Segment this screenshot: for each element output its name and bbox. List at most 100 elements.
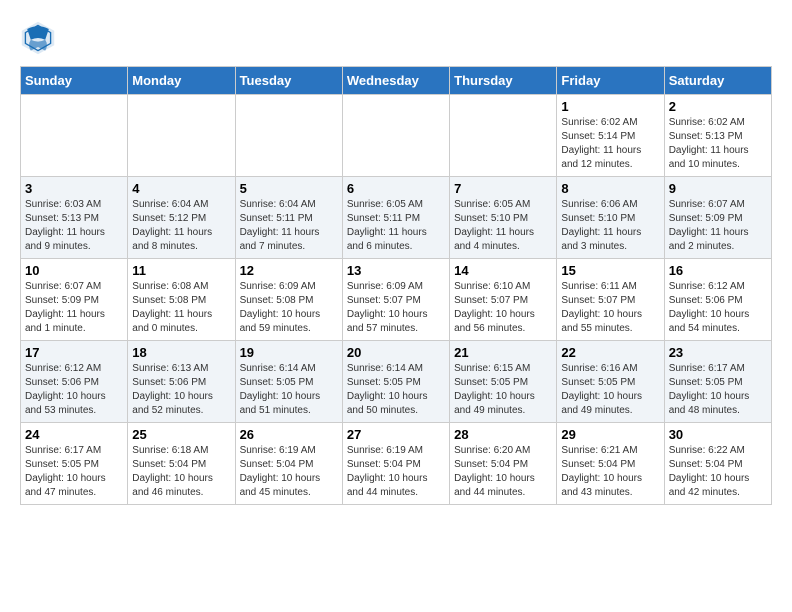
day-number: 7 (454, 181, 552, 196)
day-number: 6 (347, 181, 445, 196)
calendar-cell: 8 Sunrise: 6:06 AM Sunset: 5:10 PM Daylig… (557, 177, 664, 259)
day-info: Sunrise: 6:13 AM Sunset: 5:06 PM Dayligh… (132, 362, 230, 418)
weekday-row: SundayMondayTuesdayWednesdayThursdayFrid… (21, 67, 772, 95)
day-number: 3 (25, 181, 123, 196)
day-info: Sunrise: 6:02 AM Sunset: 5:14 PM Dayligh… (561, 116, 659, 172)
calendar-cell: 20Sunrise: 6:14 AM Sunset: 5:05 PM Dayli… (342, 341, 449, 423)
day-info: Sunrise: 6:11 AM Sunset: 5:07 PM Dayligh… (561, 280, 659, 336)
calendar-header: SundayMondayTuesdayWednesdayThursdayFrid… (21, 67, 772, 95)
day-info: Sunrise: 6:03 AM Sunset: 5:13 PM Dayligh… (25, 198, 123, 254)
calendar-cell: 25Sunrise: 6:18 AM Sunset: 5:04 PM Dayli… (128, 423, 235, 505)
day-number: 2 (669, 99, 767, 114)
calendar-cell: 29 Sunrise: 6:21 AM Sunset: 5:04 PM Dayli… (557, 423, 664, 505)
day-number: 18 (132, 345, 230, 360)
day-info: Sunrise: 6:07 AM Sunset: 5:09 PM Dayligh… (25, 280, 123, 336)
calendar-cell (128, 95, 235, 177)
day-info: Sunrise: 6:07 AM Sunset: 5:09 PM Dayligh… (669, 198, 767, 254)
calendar-cell: 13Sunrise: 6:09 AM Sunset: 5:07 PM Dayli… (342, 259, 449, 341)
logo-icon (20, 20, 56, 56)
weekday-header: Friday (557, 67, 664, 95)
day-number: 25 (132, 427, 230, 442)
day-number: 27 (347, 427, 445, 442)
calendar-cell: 14Sunrise: 6:10 AM Sunset: 5:07 PM Dayli… (450, 259, 557, 341)
day-info: Sunrise: 6:19 AM Sunset: 5:04 PM Dayligh… (240, 444, 338, 500)
day-info: Sunrise: 6:12 AM Sunset: 5:06 PM Dayligh… (25, 362, 123, 418)
day-info: Sunrise: 6:12 AM Sunset: 5:06 PM Dayligh… (669, 280, 767, 336)
calendar-cell: 10 Sunrise: 6:07 AM Sunset: 5:09 PM Dayli… (21, 259, 128, 341)
calendar-cell: 26Sunrise: 6:19 AM Sunset: 5:04 PM Dayli… (235, 423, 342, 505)
day-info: Sunrise: 6:17 AM Sunset: 5:05 PM Dayligh… (669, 362, 767, 418)
day-number: 16 (669, 263, 767, 278)
day-info: Sunrise: 6:10 AM Sunset: 5:07 PM Dayligh… (454, 280, 552, 336)
day-number: 11 (132, 263, 230, 278)
calendar-cell: 30Sunrise: 6:22 AM Sunset: 5:04 PM Dayli… (664, 423, 771, 505)
calendar-cell: 4Sunrise: 6:04 AM Sunset: 5:12 PM Daylig… (128, 177, 235, 259)
calendar-cell: 15 Sunrise: 6:11 AM Sunset: 5:07 PM Dayli… (557, 259, 664, 341)
calendar-cell: 18 Sunrise: 6:13 AM Sunset: 5:06 PM Dayli… (128, 341, 235, 423)
calendar-cell: 24 Sunrise: 6:17 AM Sunset: 5:05 PM Dayli… (21, 423, 128, 505)
day-info: Sunrise: 6:14 AM Sunset: 5:05 PM Dayligh… (240, 362, 338, 418)
calendar-cell: 19 Sunrise: 6:14 AM Sunset: 5:05 PM Dayli… (235, 341, 342, 423)
day-number: 29 (561, 427, 659, 442)
day-number: 9 (669, 181, 767, 196)
day-number: 24 (25, 427, 123, 442)
calendar-cell: 7 Sunrise: 6:05 AM Sunset: 5:10 PM Daylig… (450, 177, 557, 259)
day-number: 19 (240, 345, 338, 360)
calendar-cell (450, 95, 557, 177)
day-info: Sunrise: 6:19 AM Sunset: 5:04 PM Dayligh… (347, 444, 445, 500)
day-number: 23 (669, 345, 767, 360)
day-number: 20 (347, 345, 445, 360)
calendar-cell: 6 Sunrise: 6:05 AM Sunset: 5:11 PM Daylig… (342, 177, 449, 259)
day-info: Sunrise: 6:15 AM Sunset: 5:05 PM Dayligh… (454, 362, 552, 418)
day-info: Sunrise: 6:21 AM Sunset: 5:04 PM Dayligh… (561, 444, 659, 500)
weekday-header: Tuesday (235, 67, 342, 95)
calendar-cell: 12Sunrise: 6:09 AM Sunset: 5:08 PM Dayli… (235, 259, 342, 341)
calendar-week-row: 3 Sunrise: 6:03 AM Sunset: 5:13 PM Daylig… (21, 177, 772, 259)
day-info: Sunrise: 6:16 AM Sunset: 5:05 PM Dayligh… (561, 362, 659, 418)
day-number: 5 (240, 181, 338, 196)
calendar-cell: 2Sunrise: 6:02 AM Sunset: 5:13 PM Daylig… (664, 95, 771, 177)
day-number: 4 (132, 181, 230, 196)
calendar-week-row: 24 Sunrise: 6:17 AM Sunset: 5:05 PM Dayli… (21, 423, 772, 505)
calendar-cell: 22 Sunrise: 6:16 AM Sunset: 5:05 PM Dayli… (557, 341, 664, 423)
calendar-cell: 21Sunrise: 6:15 AM Sunset: 5:05 PM Dayli… (450, 341, 557, 423)
calendar-week-row: 17 Sunrise: 6:12 AM Sunset: 5:06 PM Dayli… (21, 341, 772, 423)
day-number: 30 (669, 427, 767, 442)
day-number: 15 (561, 263, 659, 278)
calendar-week-row: 10 Sunrise: 6:07 AM Sunset: 5:09 PM Dayli… (21, 259, 772, 341)
weekday-header: Thursday (450, 67, 557, 95)
day-info: Sunrise: 6:09 AM Sunset: 5:08 PM Dayligh… (240, 280, 338, 336)
weekday-header: Saturday (664, 67, 771, 95)
calendar-cell (342, 95, 449, 177)
day-info: Sunrise: 6:17 AM Sunset: 5:05 PM Dayligh… (25, 444, 123, 500)
day-number: 10 (25, 263, 123, 278)
calendar-cell: 1 Sunrise: 6:02 AM Sunset: 5:14 PM Daylig… (557, 95, 664, 177)
weekday-header: Monday (128, 67, 235, 95)
calendar-cell: 11 Sunrise: 6:08 AM Sunset: 5:08 PM Dayli… (128, 259, 235, 341)
calendar-cell: 9 Sunrise: 6:07 AM Sunset: 5:09 PM Daylig… (664, 177, 771, 259)
day-info: Sunrise: 6:06 AM Sunset: 5:10 PM Dayligh… (561, 198, 659, 254)
calendar-cell: 27 Sunrise: 6:19 AM Sunset: 5:04 PM Dayli… (342, 423, 449, 505)
calendar-cell (21, 95, 128, 177)
day-number: 1 (561, 99, 659, 114)
day-info: Sunrise: 6:08 AM Sunset: 5:08 PM Dayligh… (132, 280, 230, 336)
weekday-header: Sunday (21, 67, 128, 95)
page-header (20, 20, 772, 56)
day-info: Sunrise: 6:09 AM Sunset: 5:07 PM Dayligh… (347, 280, 445, 336)
day-info: Sunrise: 6:05 AM Sunset: 5:11 PM Dayligh… (347, 198, 445, 254)
day-number: 28 (454, 427, 552, 442)
day-info: Sunrise: 6:20 AM Sunset: 5:04 PM Dayligh… (454, 444, 552, 500)
day-number: 8 (561, 181, 659, 196)
day-info: Sunrise: 6:05 AM Sunset: 5:10 PM Dayligh… (454, 198, 552, 254)
calendar-cell (235, 95, 342, 177)
day-number: 22 (561, 345, 659, 360)
calendar-cell: 3 Sunrise: 6:03 AM Sunset: 5:13 PM Daylig… (21, 177, 128, 259)
day-info: Sunrise: 6:04 AM Sunset: 5:11 PM Dayligh… (240, 198, 338, 254)
logo (20, 20, 62, 56)
calendar-cell: 16 Sunrise: 6:12 AM Sunset: 5:06 PM Dayli… (664, 259, 771, 341)
calendar-week-row: 1 Sunrise: 6:02 AM Sunset: 5:14 PM Daylig… (21, 95, 772, 177)
calendar-body: 1 Sunrise: 6:02 AM Sunset: 5:14 PM Daylig… (21, 95, 772, 505)
weekday-header: Wednesday (342, 67, 449, 95)
calendar-cell: 5 Sunrise: 6:04 AM Sunset: 5:11 PM Daylig… (235, 177, 342, 259)
day-number: 17 (25, 345, 123, 360)
